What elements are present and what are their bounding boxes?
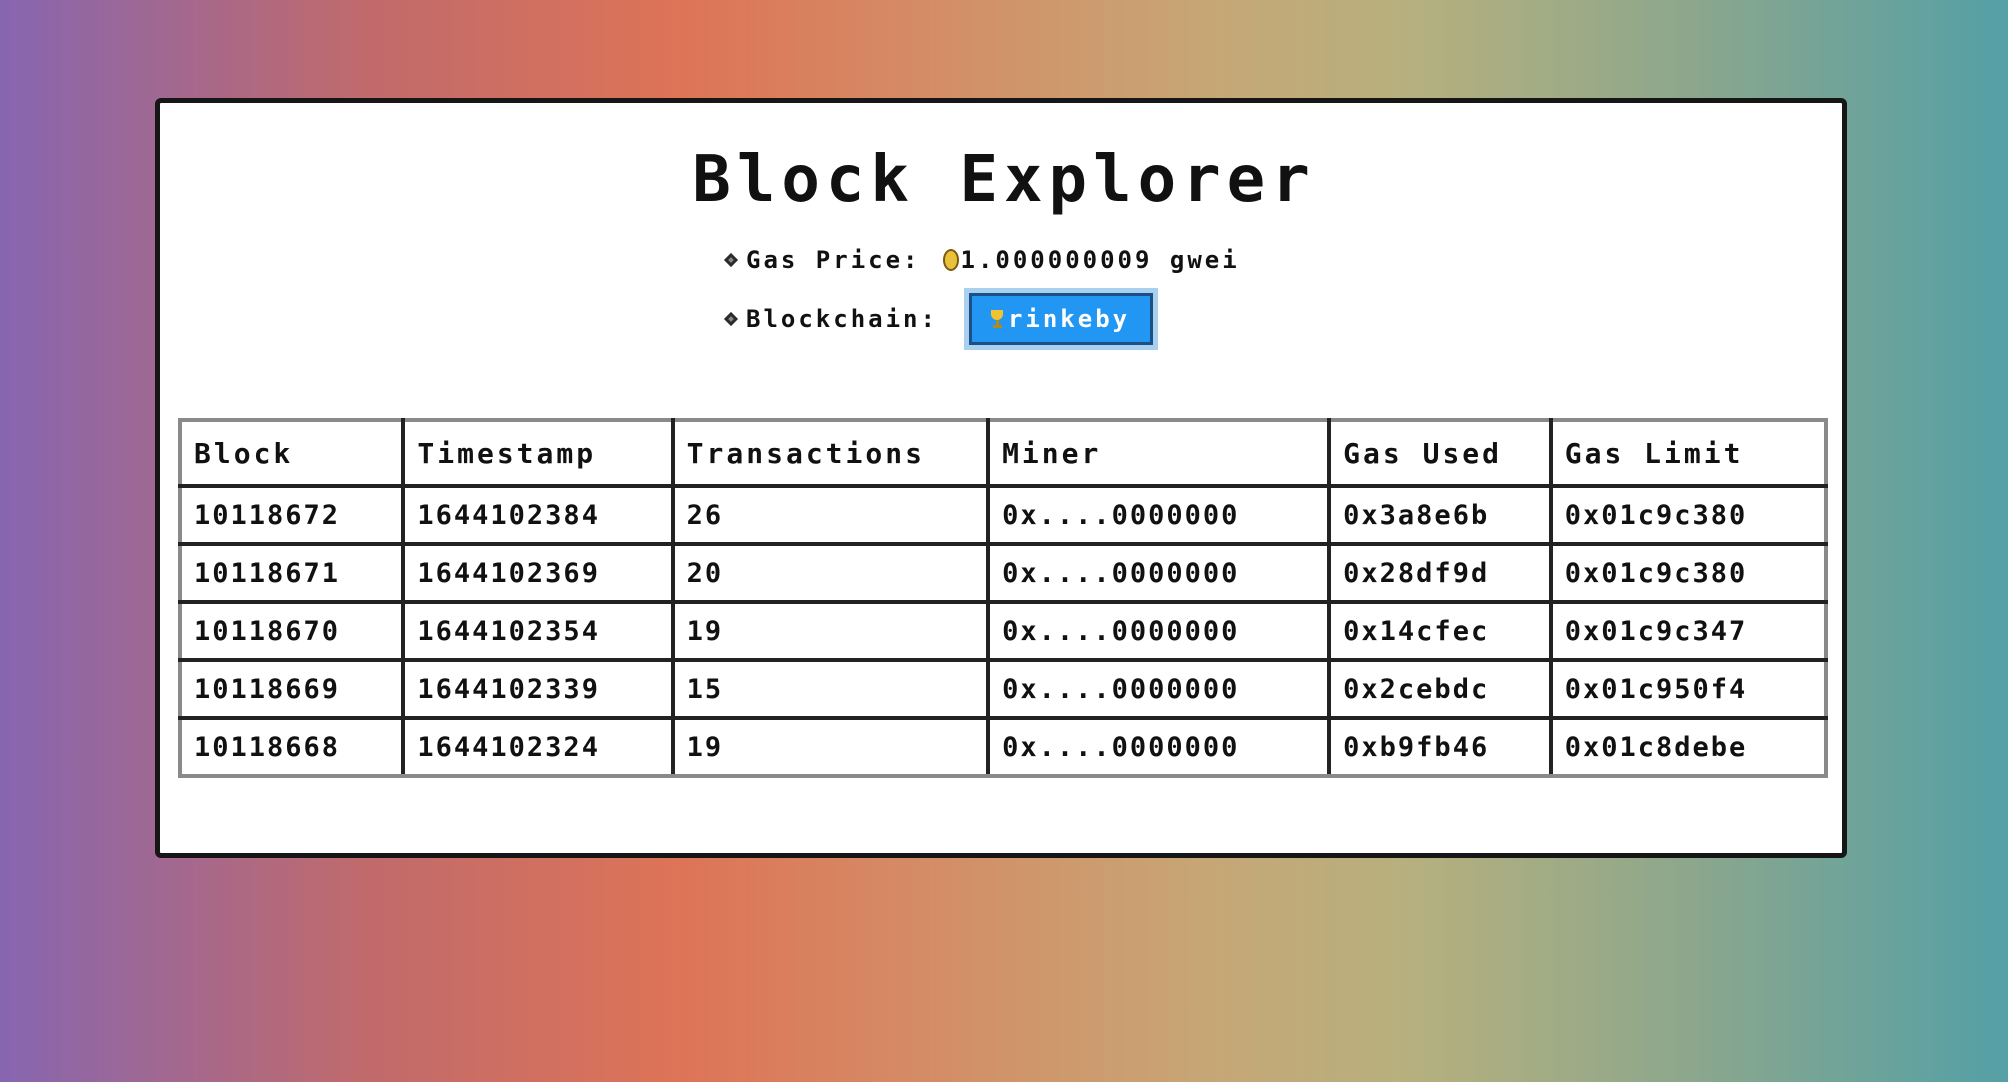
cell-timestamp: 1644102354 [401,600,675,662]
cell-gas-limit: 0x01c9c380 [1548,484,1829,546]
cell-block: 10118668 [177,716,406,778]
cell-block: 10118672 [177,484,406,546]
column-header-block: Block [177,418,406,488]
blockchain-label: Blockchain: [746,305,938,333]
cell-transactions: 20 [670,542,991,604]
cell-miner: 0x....0000000 [986,658,1332,720]
cell-gas-limit: 0x01c950f4 [1548,658,1829,720]
cell-transactions: 26 [670,484,991,546]
table-row: 10118672 1644102384 26 0x....0000000 0x3… [177,484,1829,546]
cell-transactions: 19 [670,716,991,778]
table-header-row: Block Timestamp Transactions Miner Gas U… [177,418,1829,488]
cell-gas-used: 0x2cebdc [1327,658,1553,720]
cell-miner: 0x....0000000 [986,716,1332,778]
table-row: 10118671 1644102369 20 0x....0000000 0x2… [177,542,1829,604]
diamond-bullet-icon [723,252,739,268]
blockchain-button-focus-ring: rinkeby [963,288,1159,350]
cell-miner: 0x....0000000 [986,542,1332,604]
cell-gas-limit: 0x01c9c347 [1548,600,1829,662]
cell-timestamp: 1644102369 [401,542,675,604]
blockchain-button-label: rinkeby [1007,305,1131,333]
blockchain-row: Blockchain: rinkeby [720,288,1159,350]
cell-miner: 0x....0000000 [986,484,1332,546]
trophy-icon [990,309,1004,329]
column-header-transactions: Transactions [670,418,991,488]
cell-gas-used: 0x14cfec [1327,600,1553,662]
blockchain-button[interactable]: rinkeby [968,293,1154,345]
table-row: 10118668 1644102324 19 0x....0000000 0xb… [177,716,1829,778]
cell-transactions: 19 [670,600,991,662]
diamond-bullet-icon [723,311,739,327]
column-header-timestamp: Timestamp [401,418,675,488]
cell-gas-used: 0x28df9d [1327,542,1553,604]
gas-price-row: Gas Price: 1.000000009 gwei [720,246,1240,274]
gas-price-label: Gas Price: [746,246,921,274]
column-header-gas-limit: Gas Limit [1548,418,1829,488]
cell-block: 10118670 [177,600,406,662]
column-header-miner: Miner [986,418,1332,488]
cell-timestamp: 1644102384 [401,484,675,546]
cell-gas-limit: 0x01c8debe [1548,716,1829,778]
cell-timestamp: 1644102324 [401,716,675,778]
cell-block: 10118671 [177,542,406,604]
gas-price-value: 1.000000009 gwei [960,246,1240,274]
cell-gas-limit: 0x01c9c380 [1548,542,1829,604]
page-title: Block Explorer [692,143,1316,217]
coin-icon [942,249,959,271]
cell-timestamp: 1644102339 [401,658,675,720]
table-row: 10118669 1644102339 15 0x....0000000 0x2… [177,658,1829,720]
table-row: 10118670 1644102354 19 0x....0000000 0x1… [177,600,1829,662]
cell-gas-used: 0x3a8e6b [1327,484,1553,546]
column-header-gas-used: Gas Used [1327,418,1553,488]
cell-block: 10118669 [177,658,406,720]
cell-miner: 0x....0000000 [986,600,1332,662]
cell-gas-used: 0xb9fb46 [1327,716,1553,778]
cell-transactions: 15 [670,658,991,720]
blocks-table: Block Timestamp Transactions Miner Gas U… [177,418,1829,778]
